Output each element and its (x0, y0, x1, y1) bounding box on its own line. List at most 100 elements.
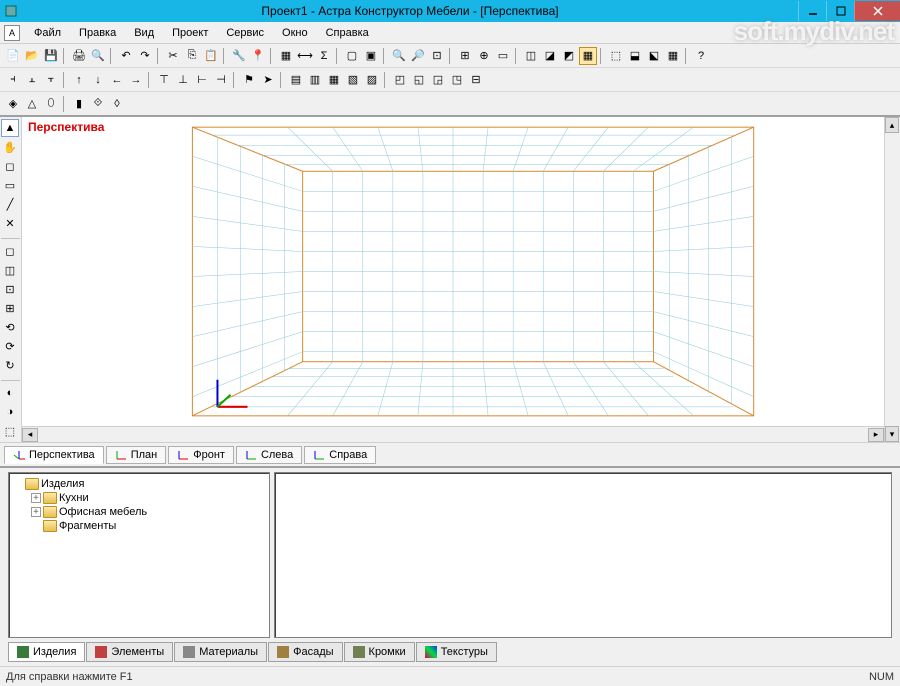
zoom-fit-icon[interactable]: ⊡ (428, 47, 446, 65)
tab-materials[interactable]: Материалы (174, 642, 267, 662)
tree-item[interactable]: Фрагменты (13, 519, 265, 533)
cube3d-icon[interactable]: ◈ (4, 95, 22, 113)
cut-icon[interactable]: ✂ (164, 47, 182, 65)
tab-products[interactable]: Изделия (8, 642, 85, 662)
grid-icon[interactable]: ⊞ (456, 47, 474, 65)
new-file-icon[interactable]: 📄 (4, 47, 22, 65)
system-menu-icon[interactable]: A (4, 25, 20, 41)
arrow-icon[interactable]: ➤ (259, 71, 277, 89)
tool-d-icon[interactable]: ▦ (664, 47, 682, 65)
preview-panel[interactable] (274, 472, 892, 638)
cube2-icon[interactable]: ◪ (541, 47, 559, 65)
zoom-out-icon[interactable]: 🔎 (409, 47, 427, 65)
tab-plan[interactable]: План (106, 446, 167, 464)
minimize-button[interactable] (798, 1, 826, 21)
save-icon[interactable]: 💾 (42, 47, 60, 65)
layout-a-icon[interactable]: ▤ (287, 71, 305, 89)
measure-icon[interactable]: ⟷ (296, 47, 314, 65)
zoom-in-icon[interactable]: 🔍 (390, 47, 408, 65)
scroll-up-icon[interactable]: ▴ (885, 117, 899, 133)
panel-c-icon[interactable]: ◊ (108, 95, 126, 113)
hand-icon[interactable]: ✋ (1, 138, 19, 156)
distr-a-icon[interactable]: ⊤ (155, 71, 173, 89)
menu-file[interactable]: Файл (26, 25, 69, 41)
panel-a-icon[interactable]: ▮ (70, 95, 88, 113)
menu-window[interactable]: Окно (274, 25, 316, 41)
tool-a-icon[interactable]: ⬚ (607, 47, 625, 65)
distr-b-icon[interactable]: ⊥ (174, 71, 192, 89)
opt-c-icon[interactable]: ⬚ (1, 422, 19, 440)
expand-icon[interactable]: + (31, 493, 41, 503)
distr-d-icon[interactable]: ⊣ (212, 71, 230, 89)
tab-edges[interactable]: Кромки (344, 642, 415, 662)
tool-b-icon[interactable]: ⬓ (626, 47, 644, 65)
box2-icon[interactable]: ▣ (362, 47, 380, 65)
sq-d-icon[interactable]: ⊞ (1, 299, 19, 317)
print-icon[interactable]: 🖨 (70, 47, 88, 65)
viewport-3d[interactable] (22, 117, 884, 426)
horizontal-scrollbar[interactable]: ◂ ▸ (22, 426, 884, 442)
layout-d-icon[interactable]: ▧ (344, 71, 362, 89)
close-button[interactable] (854, 1, 900, 21)
align-c-icon[interactable]: ⫟ (42, 71, 60, 89)
panel-b-icon[interactable]: ⟐ (89, 95, 107, 113)
preview-icon[interactable]: 🔍 (89, 47, 107, 65)
menu-edit[interactable]: Правка (71, 25, 124, 41)
scroll-right-icon[interactable]: ▸ (868, 428, 884, 442)
layout-c-icon[interactable]: ▦ (325, 71, 343, 89)
tree-item[interactable]: + Кухни (13, 491, 265, 505)
undo-icon[interactable]: ↶ (117, 47, 135, 65)
vertical-scrollbar[interactable]: ▴ ▾ (884, 117, 900, 442)
cross-icon[interactable]: ✕ (1, 214, 19, 232)
cube3-icon[interactable]: ◩ (560, 47, 578, 65)
pin-icon[interactable]: 📍 (249, 47, 267, 65)
help-icon[interactable]: ? (692, 47, 710, 65)
misc-c-icon[interactable]: ◲ (429, 71, 447, 89)
opt-a-icon[interactable]: ◐ (1, 384, 19, 402)
rotate-icon[interactable]: ⟲ (1, 318, 19, 336)
tab-left[interactable]: Слева (236, 446, 302, 464)
rotate2-icon[interactable]: ⟳ (1, 337, 19, 355)
tab-perspective[interactable]: Перспектива (4, 446, 104, 464)
tab-right[interactable]: Справа (304, 446, 376, 464)
cone-icon[interactable]: △ (23, 95, 41, 113)
sq-c-icon[interactable]: ⊡ (1, 280, 19, 298)
misc-d-icon[interactable]: ◳ (448, 71, 466, 89)
line-icon[interactable]: ╱ (1, 195, 19, 213)
layout-b-icon[interactable]: ▥ (306, 71, 324, 89)
menu-service[interactable]: Сервис (218, 25, 272, 41)
menu-help[interactable]: Справка (318, 25, 377, 41)
copy-icon[interactable]: ⎘ (183, 47, 201, 65)
tab-front[interactable]: Фронт (168, 446, 234, 464)
rect-icon[interactable]: ▭ (494, 47, 512, 65)
opt-b-icon[interactable]: ◑ (1, 403, 19, 421)
tree-item[interactable]: + Офисная мебель (13, 505, 265, 519)
nav-up-icon[interactable]: ↑ (70, 71, 88, 89)
tree-root[interactable]: Изделия (13, 477, 265, 491)
tool-icon[interactable]: 🔧 (230, 47, 248, 65)
cylinder-icon[interactable]: ⬯ (42, 95, 60, 113)
paste-icon[interactable]: 📋 (202, 47, 220, 65)
nav-left-icon[interactable]: ← (108, 71, 126, 89)
align-a-icon[interactable]: ⫞ (4, 71, 22, 89)
sigma-icon[interactable]: Σ (315, 47, 333, 65)
sq-a-icon[interactable]: ◻ (1, 242, 19, 260)
cube4-icon[interactable]: ▦ (579, 47, 597, 65)
group-icon[interactable]: ▦ (277, 47, 295, 65)
nav-right-icon[interactable]: → (127, 71, 145, 89)
flag-icon[interactable]: ⚑ (240, 71, 258, 89)
tab-textures[interactable]: Текстуры (416, 642, 497, 662)
nav-down-icon[interactable]: ↓ (89, 71, 107, 89)
tree-panel[interactable]: Изделия + Кухни + Офисная мебель Фрагмен… (8, 472, 270, 638)
misc-e-icon[interactable]: ⊟ (467, 71, 485, 89)
cube-icon[interactable]: ◫ (522, 47, 540, 65)
menu-view[interactable]: Вид (126, 25, 162, 41)
redo-icon[interactable]: ↷ (136, 47, 154, 65)
scroll-left-icon[interactable]: ◂ (22, 428, 38, 442)
menu-project[interactable]: Проект (164, 25, 216, 41)
open-file-icon[interactable]: 📂 (23, 47, 41, 65)
box-icon[interactable]: ▢ (343, 47, 361, 65)
scroll-track[interactable] (885, 133, 900, 426)
misc-a-icon[interactable]: ◰ (391, 71, 409, 89)
rect-tool-icon[interactable]: ▭ (1, 176, 19, 194)
